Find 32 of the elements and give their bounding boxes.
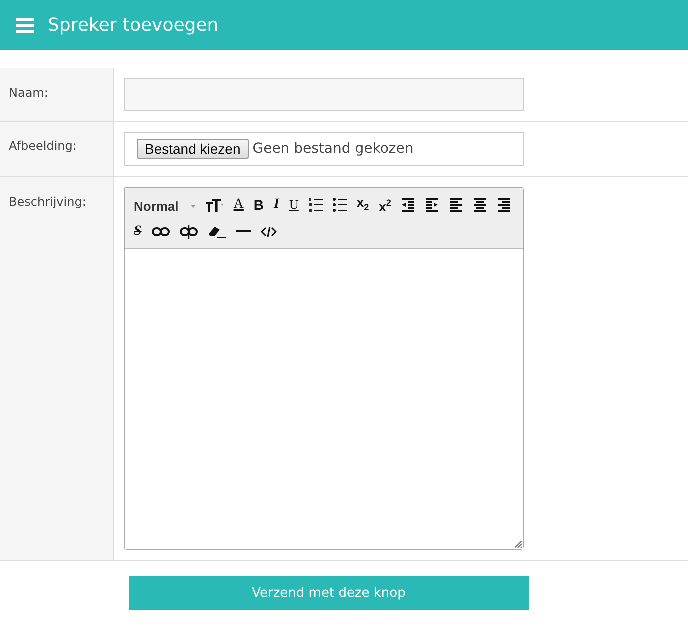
page-title: Spreker toevoegen <box>48 14 219 36</box>
name-input[interactable] <box>124 78 524 111</box>
outdent-icon[interactable] <box>401 198 416 212</box>
field-label: Beschrijving: <box>9 195 86 209</box>
horizontal-rule-icon[interactable] <box>236 230 251 234</box>
align-center-icon[interactable] <box>473 198 488 212</box>
bold-button[interactable]: B <box>254 197 264 214</box>
resize-handle-icon[interactable] <box>515 541 522 548</box>
bullet-list-icon[interactable] <box>332 198 347 212</box>
align-right-icon[interactable] <box>497 198 512 212</box>
rich-text-editor[interactable]: Normal A B I U x$_{2}$ x$^{2}$ S <box>124 187 524 550</box>
file-status: Geen bestand gekozen <box>252 141 414 157</box>
file-input[interactable]: Bestand kiezen Geen bestand gekozen <box>124 132 524 166</box>
font-color-button[interactable]: A <box>234 197 244 214</box>
underline-button[interactable]: U <box>290 197 299 214</box>
format-dropdown[interactable]: Normal <box>134 199 196 214</box>
code-icon[interactable] <box>260 226 277 237</box>
numbered-list-icon[interactable] <box>308 198 323 212</box>
script-button[interactable]: x$_{2}$ <box>356 195 370 216</box>
italic-button[interactable]: I <box>274 197 280 214</box>
script-button[interactable]: x$^{2}$ <box>379 195 392 216</box>
field-label: Naam: <box>9 86 48 100</box>
field-label: Afbeelding: <box>9 139 77 153</box>
strikethrough-button[interactable]: S <box>134 224 142 240</box>
link-icon[interactable] <box>152 226 170 237</box>
font-size-icon[interactable] <box>206 198 224 212</box>
align-left-icon[interactable] <box>449 198 464 212</box>
caret-icon <box>190 205 196 208</box>
eraser-icon[interactable] <box>208 224 226 239</box>
choose-file-button[interactable]: Bestand kiezen <box>137 139 249 159</box>
unlink-icon[interactable] <box>180 224 198 239</box>
indent-icon[interactable] <box>425 198 440 212</box>
